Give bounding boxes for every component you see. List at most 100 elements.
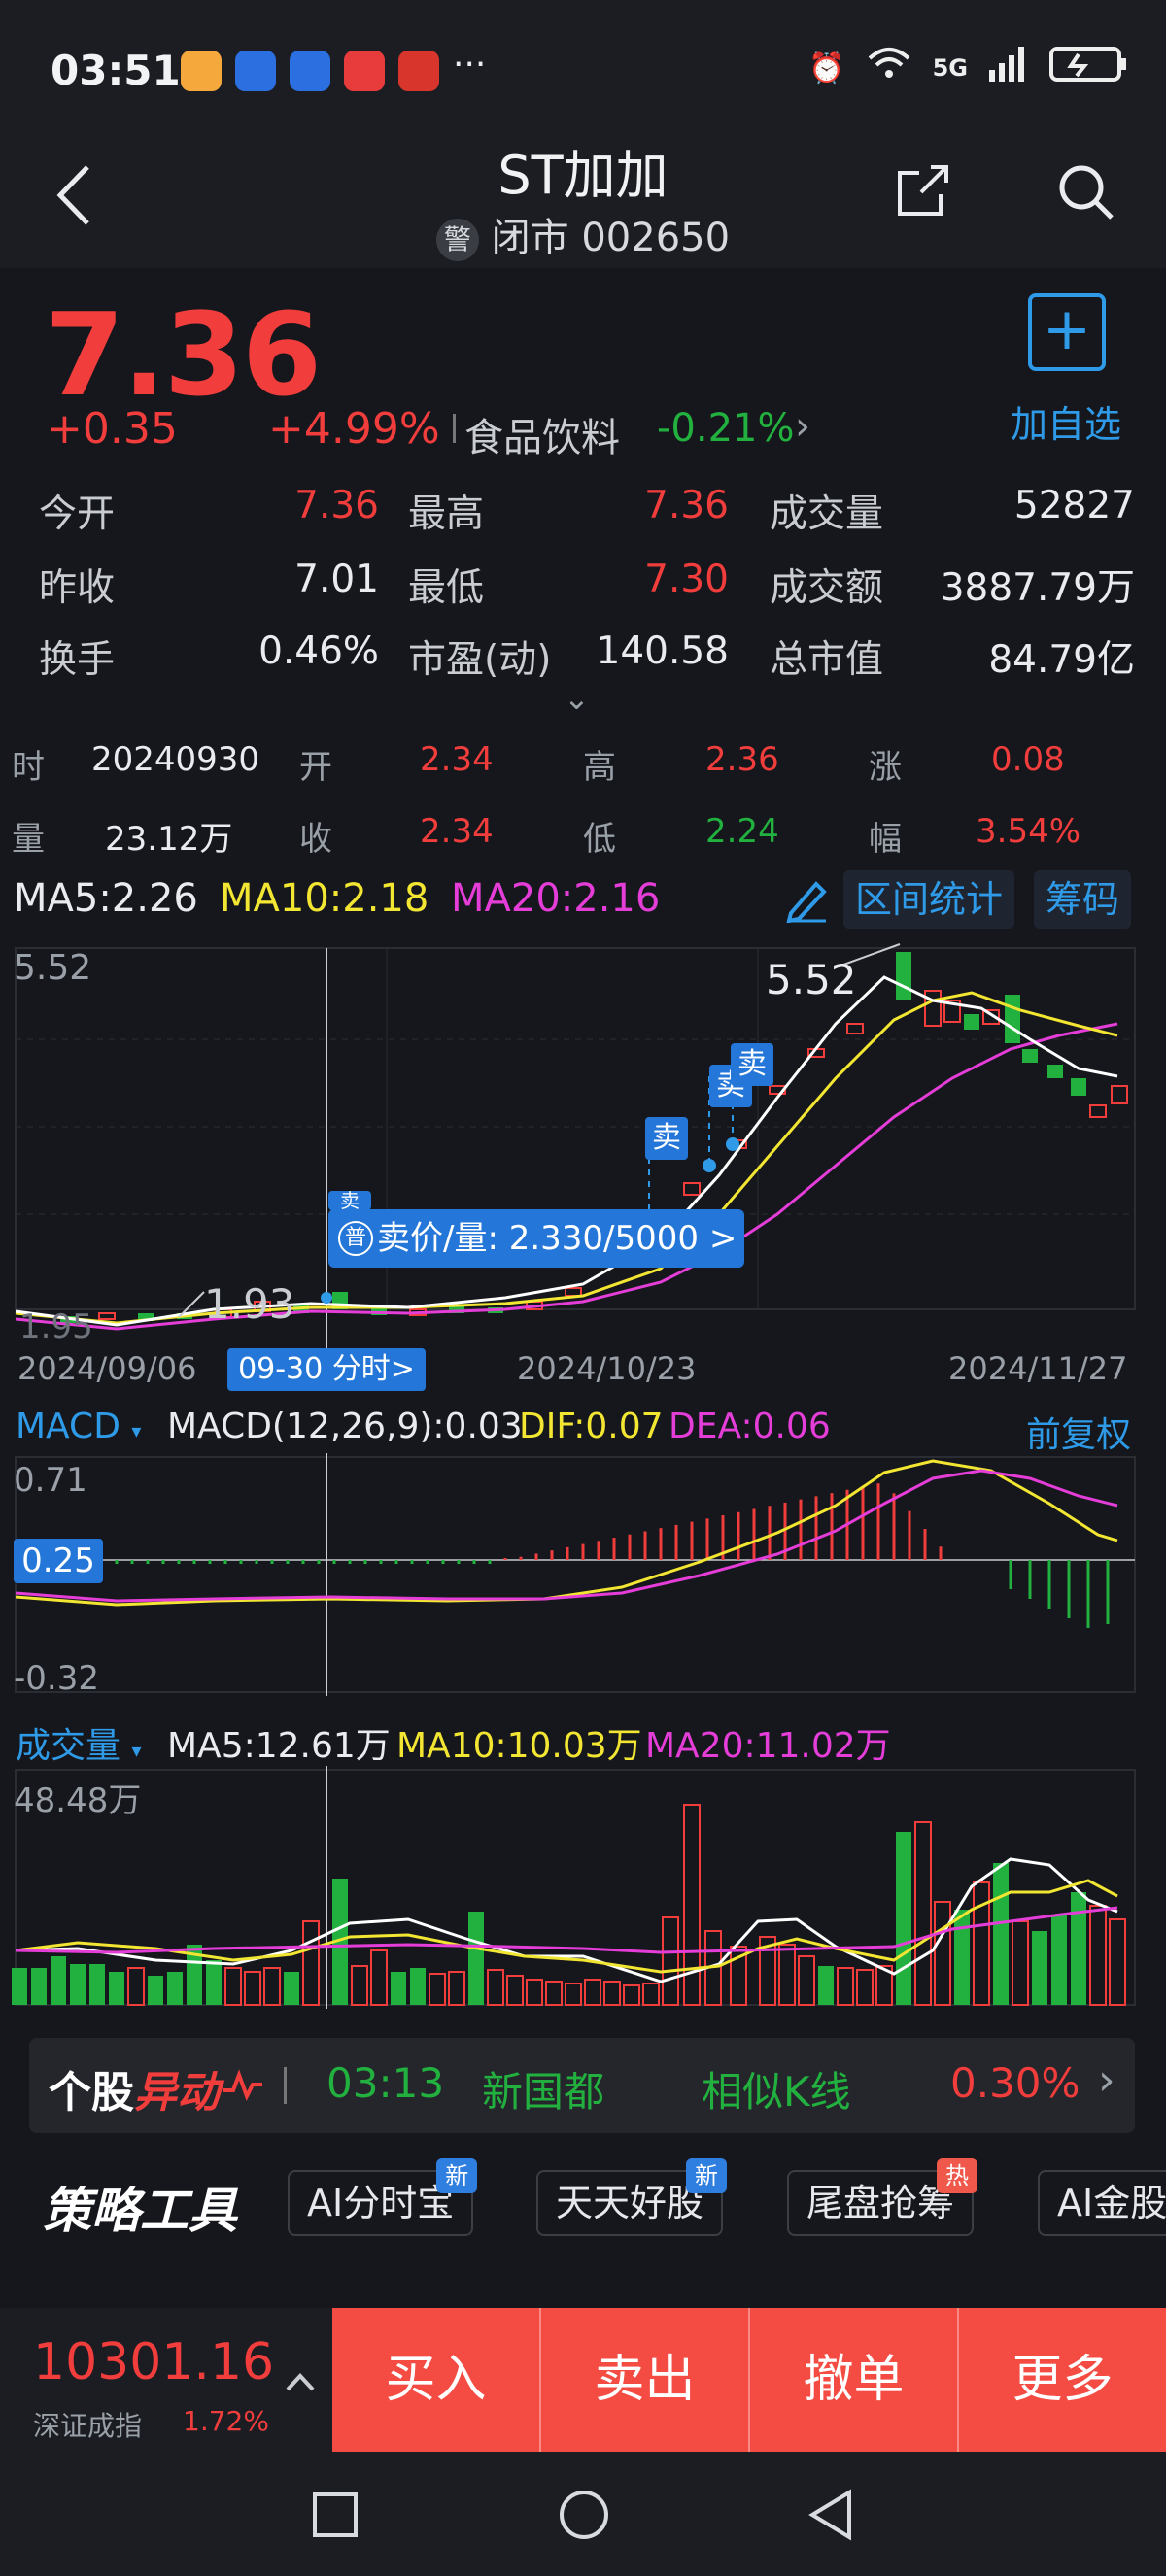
volume-indicator-selector[interactable]: 成交量: [16, 1726, 120, 1766]
stat-label: 成交量: [770, 492, 884, 536]
fq-button[interactable]: 前复权: [1026, 1407, 1131, 1457]
stat-value: 7.36: [294, 484, 379, 527]
app-notification-icon: [398, 51, 439, 91]
back-nav-icon[interactable]: [806, 2489, 855, 2541]
macd-dea: DEA:0.06: [669, 1407, 831, 1446]
kline-top-label: 5.52: [14, 948, 92, 988]
volume-bar: [410, 1968, 426, 2005]
app-notification-icon: [344, 51, 385, 91]
share-icon[interactable]: [892, 159, 954, 221]
volume-bar: [1109, 1918, 1126, 2006]
ma20-line: [15, 1022, 1118, 1331]
buy-button[interactable]: 买入: [332, 2308, 541, 2452]
volume-bar: [934, 1901, 951, 2006]
volume-bar: [263, 1967, 281, 2006]
sell-marker[interactable]: 卖: [328, 1191, 371, 1210]
cancel-order-button[interactable]: 撤单: [750, 2308, 959, 2452]
macd-indicator-selector[interactable]: MACD: [16, 1407, 120, 1446]
sell-button[interactable]: 卖出: [541, 2308, 750, 2452]
vol-ma10: MA10:10.03万: [396, 1726, 642, 1766]
volume-bar: [109, 1972, 124, 2005]
vol-ma20: MA20:11.02万: [645, 1726, 891, 1766]
macd-params: MACD(12,26,9):0.03: [167, 1407, 523, 1446]
volume-bar: [973, 1881, 990, 2006]
stat-label: 成交额: [770, 566, 884, 610]
kline-min-label: 1.93: [204, 1280, 295, 1328]
volume-bar: [526, 1979, 543, 2006]
tool-weipan[interactable]: 尾盘抢筹热: [787, 2158, 978, 2236]
volume-bar: [51, 1956, 66, 2005]
tool-ai-fenshibao[interactable]: AI分时宝新: [288, 2158, 478, 2236]
trade-bar: 10301.16 深证成指 1.72% 买入 卖出 撤单 更多: [0, 2308, 1166, 2452]
more-notifications-icon: ···: [453, 45, 487, 85]
candle: [1047, 1065, 1063, 1078]
index-ticker[interactable]: 10301.16 深证成指 1.72%: [0, 2308, 332, 2452]
tooltip-badge: 普: [338, 1221, 373, 1256]
ma5-legend: MA5:2.26: [14, 876, 198, 921]
expand-chevron-icon[interactable]: ⌄: [564, 680, 590, 717]
tool-tiantianhaogu[interactable]: 天天好股新: [536, 2158, 728, 2236]
volume-bar: [837, 1967, 854, 2006]
volume-bar: [603, 1981, 621, 2006]
dropdown-icon: ▾: [131, 1419, 142, 1442]
dea-line: [15, 1469, 1118, 1603]
battery-icon: [1049, 45, 1127, 91]
volume-bar: [148, 1976, 163, 2005]
tool-ai-jingu[interactable]: AI金股: [1038, 2170, 1166, 2236]
chips-button[interactable]: 筹码: [1034, 870, 1132, 929]
home-icon[interactable]: [558, 2489, 610, 2541]
signal-icon: [989, 47, 1028, 89]
dif-line: [15, 1459, 1118, 1607]
trade-tooltip[interactable]: 普 卖价/量: 2.330/5000 >: [328, 1209, 744, 1268]
volume-bar: [429, 1973, 446, 2006]
range-stat-button[interactable]: 区间统计: [843, 870, 1015, 929]
industry-change[interactable]: -0.21%: [657, 406, 795, 451]
volume-chart[interactable]: [0, 1766, 1166, 2009]
more-button[interactable]: 更多: [959, 2308, 1166, 2452]
volume-bar: [391, 1972, 406, 2005]
ma10-line: [15, 991, 1118, 1325]
app-notification-icon: [290, 51, 330, 91]
dropdown-icon: ▾: [131, 1739, 142, 1762]
status-time: 03:51: [51, 47, 181, 94]
candle-high: 2.36: [705, 740, 779, 779]
draw-pen-icon[interactable]: [783, 874, 830, 923]
ma20-legend: MA20:2.16: [451, 876, 661, 921]
intraday-date-tag[interactable]: 09-30 分时>: [227, 1348, 426, 1391]
search-icon[interactable]: [1055, 161, 1117, 223]
price-change-pct: +4.99%: [268, 404, 440, 454]
candle-open: 2.34: [420, 740, 494, 779]
app-notification-icon: [181, 51, 222, 91]
price-change: +0.35: [47, 404, 178, 454]
macd-chart[interactable]: [0, 1453, 1166, 1696]
sell-marker[interactable]: 卖: [731, 1043, 773, 1086]
wifi-icon: [867, 47, 911, 89]
volume-top-label: 48.48万: [14, 1781, 142, 1820]
sell-marker[interactable]: 卖: [645, 1117, 688, 1160]
tooltip-text: 卖价/量: 2.330/5000 >: [377, 1219, 737, 1258]
market-status: 闭市 002650: [491, 216, 731, 260]
volume-bar: [1012, 1920, 1029, 2006]
volume-bar: [662, 1916, 679, 2006]
volume-bar: [206, 1960, 222, 2005]
chevron-right-icon[interactable]: ›: [795, 404, 810, 449]
candle-date: 20240930: [91, 740, 260, 779]
volume-bar: [818, 1966, 834, 2005]
candle: [1089, 1104, 1107, 1118]
stock-alert-banner[interactable]: 个股 异动 03:13 新国都 相似K线 0.30% ›: [29, 2038, 1135, 2133]
add-watchlist-label[interactable]: 加自选: [1011, 394, 1121, 448]
volume-bar: [545, 1981, 563, 2006]
volume-bar: [244, 1971, 261, 2006]
volume-bar: [12, 1968, 27, 2005]
chevron-up-icon[interactable]: [284, 2370, 317, 2393]
tools-brand: 策略工具: [43, 2183, 237, 2239]
industry-name[interactable]: 食品饮料: [464, 406, 620, 462]
recent-apps-icon[interactable]: [311, 2491, 360, 2539]
candle: [924, 990, 942, 1027]
candle: [565, 1287, 582, 1297]
add-watchlist-icon[interactable]: +: [1028, 293, 1106, 371]
stock-name: ST加加: [497, 145, 669, 206]
volume-bar: [798, 1955, 815, 2006]
kline-chart[interactable]: [0, 932, 1166, 1360]
volume-bar: [167, 1972, 183, 2005]
